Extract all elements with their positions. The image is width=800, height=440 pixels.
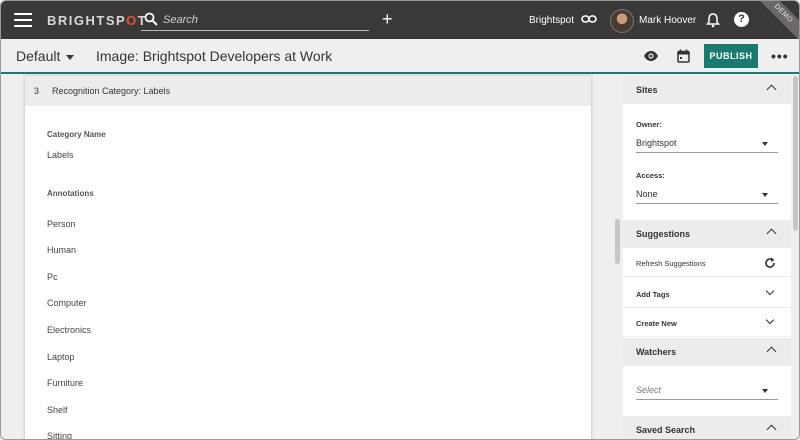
top-bar: BRIGHTSPOT + Brightspot Mark Hoover ? DE… bbox=[1, 1, 799, 48]
chevron-up-icon[interactable] bbox=[766, 84, 777, 95]
create-new-row[interactable]: Create New bbox=[623, 309, 791, 337]
owner-value: Brightspot bbox=[636, 138, 677, 148]
main-scrollbar[interactable] bbox=[615, 219, 620, 264]
category-name-label: Category Name bbox=[47, 130, 106, 139]
suggestions-section-header[interactable]: Suggestions bbox=[623, 220, 791, 248]
annotation-item: Laptop bbox=[47, 352, 75, 362]
chevron-up-icon[interactable] bbox=[766, 424, 777, 435]
access-label: Access: bbox=[636, 171, 665, 180]
plus-icon[interactable]: + bbox=[382, 9, 393, 29]
help-icon[interactable]: ? bbox=[734, 12, 749, 27]
suggestions-title: Suggestions bbox=[636, 229, 691, 239]
create-new-label: Create New bbox=[636, 319, 677, 328]
chevron-up-icon[interactable] bbox=[766, 228, 777, 239]
refresh-suggestions-row[interactable]: Refresh Suggestions bbox=[623, 249, 791, 277]
app-window: BRIGHTSPOT + Brightspot Mark Hoover ? DE… bbox=[0, 0, 800, 440]
chevron-down-icon[interactable] bbox=[765, 286, 775, 296]
sites-section-header[interactable]: Sites bbox=[623, 76, 791, 104]
link-icon[interactable] bbox=[581, 13, 597, 25]
recognition-panel: 3 Recognition Category: Labels Category … bbox=[25, 76, 591, 440]
annotation-item: Computer bbox=[47, 298, 87, 308]
watchers-select[interactable]: Select bbox=[636, 382, 778, 400]
dropdown-arrow-icon bbox=[762, 193, 768, 197]
panel-header[interactable]: 3 Recognition Category: Labels bbox=[25, 76, 591, 106]
owner-label: Owner: bbox=[636, 120, 662, 129]
add-tags-label: Add Tags bbox=[636, 290, 670, 299]
watchers-title: Watchers bbox=[636, 347, 677, 357]
content-title: Image: Brightspot Developers at Work bbox=[96, 48, 333, 64]
variation-label: Default bbox=[16, 48, 61, 64]
annotation-item: Sitting bbox=[47, 431, 73, 440]
annotation-item: Shelf bbox=[47, 405, 68, 415]
current-site-name[interactable]: Brightspot bbox=[529, 15, 574, 26]
search-box bbox=[141, 9, 369, 31]
saved-search-section-header[interactable]: Saved Search bbox=[623, 416, 791, 439]
annotation-item: Pc bbox=[47, 272, 58, 282]
chevron-down-icon[interactable] bbox=[765, 315, 775, 325]
eye-icon[interactable] bbox=[643, 50, 659, 62]
annotation-item: Human bbox=[47, 245, 77, 255]
access-value: None bbox=[636, 189, 658, 199]
search-icon bbox=[144, 12, 158, 26]
annotation-item: Person bbox=[47, 219, 76, 229]
hamburger-icon[interactable] bbox=[14, 13, 32, 27]
annotation-item: Furniture bbox=[47, 378, 84, 388]
panel-index: 3 bbox=[34, 86, 40, 96]
content-toolbar: Default Image: Brightspot Developers at … bbox=[1, 39, 799, 74]
panel-title: Recognition Category: Labels bbox=[52, 86, 171, 96]
user-name[interactable]: Mark Hoover bbox=[639, 15, 696, 26]
sites-title: Sites bbox=[636, 85, 658, 95]
saved-search-title: Saved Search bbox=[636, 425, 696, 435]
category-name-value: Labels bbox=[47, 150, 74, 160]
add-tags-row[interactable]: Add Tags bbox=[623, 280, 791, 308]
more-options-icon[interactable]: ••• bbox=[771, 48, 789, 64]
right-sidebar: Sites Owner: Brightspot Access: None Sug… bbox=[623, 76, 791, 439]
watchers-section-header[interactable]: Watchers bbox=[623, 338, 791, 366]
owner-select[interactable]: Brightspot bbox=[636, 135, 778, 153]
refresh-suggestions-label: Refresh Suggestions bbox=[636, 259, 706, 268]
calendar-icon[interactable] bbox=[677, 49, 690, 63]
caret-down-icon bbox=[66, 54, 75, 60]
dropdown-arrow-icon bbox=[762, 389, 768, 393]
bell-icon[interactable] bbox=[706, 12, 720, 28]
annotation-item: Electronics bbox=[47, 325, 92, 335]
brightspot-logo[interactable]: BRIGHTSPOT bbox=[47, 13, 147, 28]
search-input[interactable] bbox=[163, 11, 363, 29]
sidebar-scrollbar[interactable] bbox=[793, 76, 798, 231]
dropdown-arrow-icon bbox=[762, 142, 768, 146]
chevron-up-icon[interactable] bbox=[766, 346, 777, 357]
publish-button[interactable]: PUBLISH bbox=[704, 44, 758, 68]
watchers-placeholder: Select bbox=[636, 385, 662, 395]
refresh-icon[interactable] bbox=[764, 257, 776, 269]
variation-dropdown[interactable]: Default bbox=[16, 48, 75, 64]
annotations-label: Annotations bbox=[47, 189, 94, 198]
avatar[interactable] bbox=[610, 9, 634, 33]
access-select[interactable]: None bbox=[636, 186, 778, 204]
